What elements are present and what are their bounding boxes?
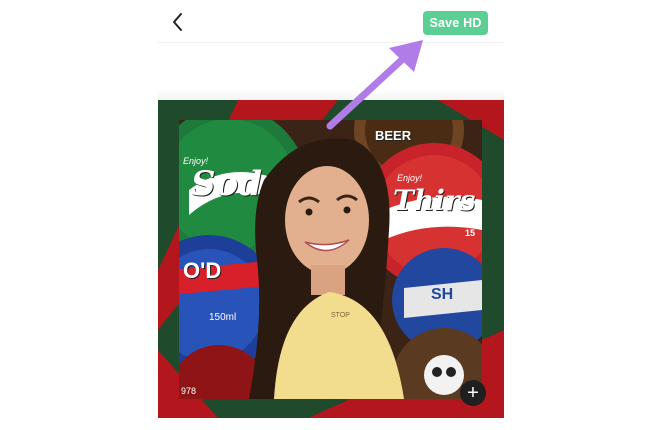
plus-icon: + [467,382,479,404]
back-button[interactable] [166,10,190,34]
right-blue-cap-word: SH [431,286,454,303]
chevron-left-icon [173,13,182,31]
volume-label: 150ml [209,312,237,323]
top-bar: Save HD [158,0,504,43]
blue-cap-word: O'D [183,258,222,283]
photo-canvas[interactable]: Enjoy! Sod BEER Enjoy! Thirs 15 O'D 150m… [158,100,504,418]
thirst-cap-tag: Enjoy! [397,173,423,183]
thirst-cap-number: 15 [465,228,476,238]
thirst-cap-word: Thirs [393,184,476,217]
soda-cap-word: Sod [191,164,263,204]
shirt-print: STOP [331,312,350,319]
add-button[interactable]: + [460,380,486,406]
bottom-number: 978 [181,386,197,396]
canvas-top-gap [158,90,504,100]
photo-area[interactable]: Enjoy! Sod BEER Enjoy! Thirs 15 O'D 150m… [179,120,482,399]
save-hd-button[interactable]: Save HD [423,11,488,35]
beer-cap-word: BEER [375,128,412,143]
bottle-caps-background [179,120,482,399]
